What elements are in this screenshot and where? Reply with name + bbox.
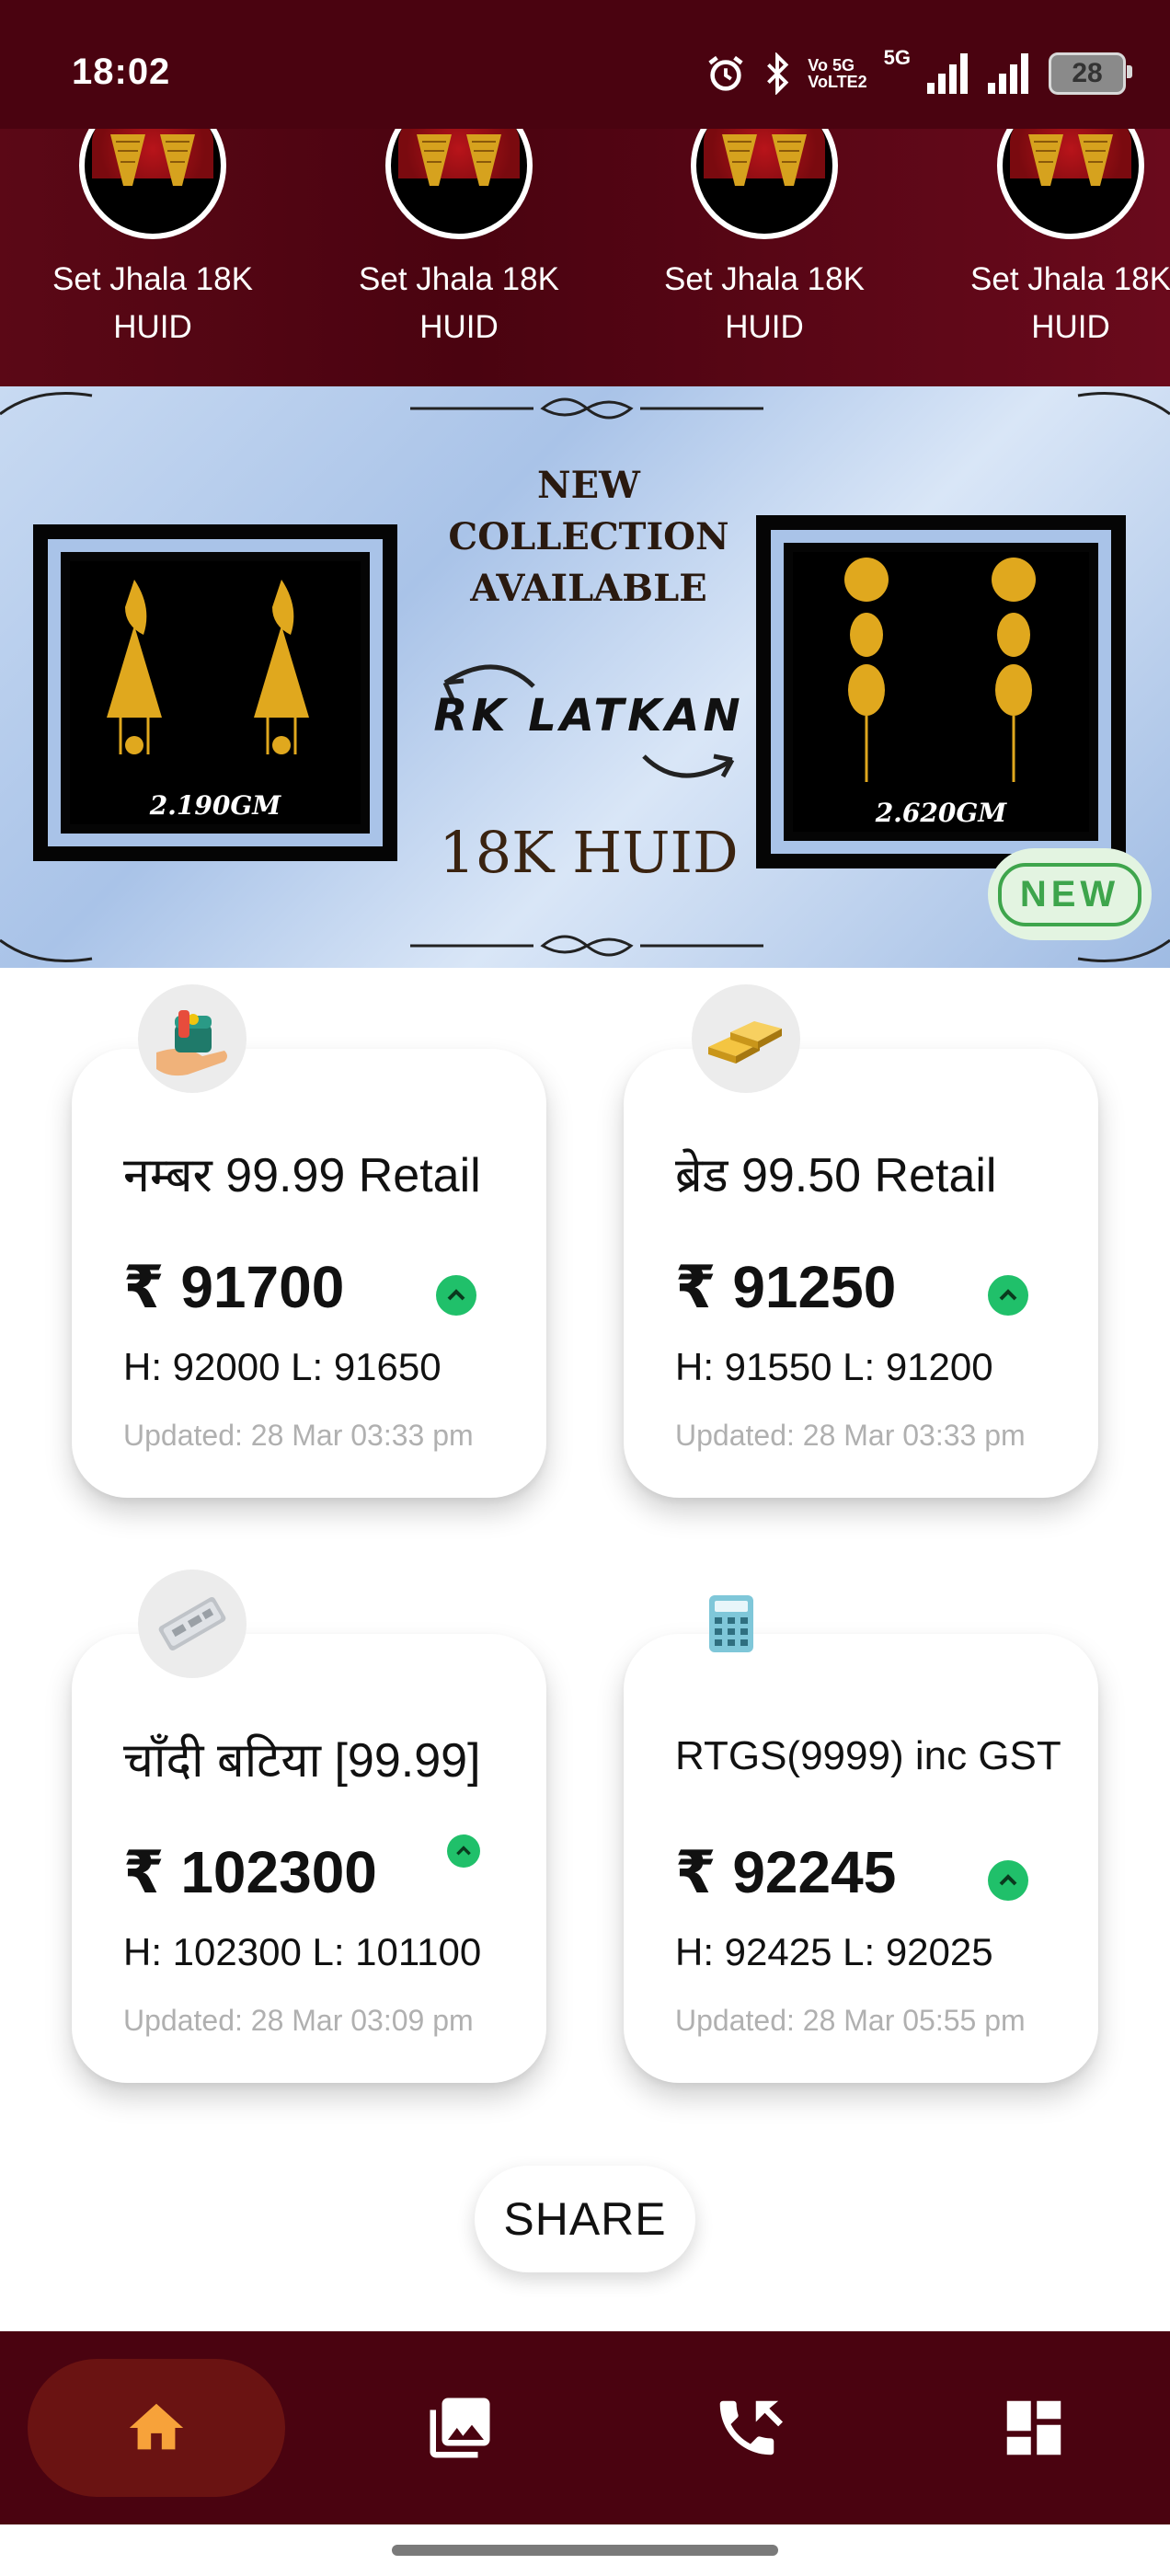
rate-title: चाँदी बटिया [99.99]	[123, 1734, 481, 1788]
dashboard-icon	[1006, 2400, 1061, 2455]
rate-price: ₹ 92245	[675, 1839, 897, 1905]
silver-bar-icon	[138, 1570, 247, 1678]
banner-heading-line: AVAILABLE	[470, 567, 707, 610]
bottom-navigation	[0, 2331, 1170, 2524]
trend-up-icon	[988, 1275, 1028, 1316]
bluetooth-icon	[767, 52, 789, 95]
rate-card[interactable]: चाँदी बटिया [99.99] ₹ 102300 H: 102300 L…	[72, 1634, 546, 2083]
banner-heading-line: NEW	[537, 464, 640, 507]
contact-phone-icon	[719, 2400, 783, 2455]
signal-icon-2	[988, 53, 1028, 94]
banner-brand: RK LATKAN	[433, 690, 744, 742]
latkan-earring-icon	[107, 580, 309, 754]
new-badge[interactable]: NEW	[988, 848, 1152, 940]
rate-high-low: H: 92000 L: 91650	[123, 1345, 442, 1388]
battery-icon: 28	[1049, 52, 1132, 95]
rate-price: ₹ 102300	[123, 1839, 377, 1905]
banner-product-right: 2.620GM	[756, 515, 1126, 868]
trend-up-icon	[988, 1860, 1028, 1901]
category-thumbnail	[691, 129, 838, 239]
category-strip[interactable]: Set Jhala 18K HUID Set Jhala 18K HUID Se…	[0, 129, 1170, 386]
banner-heading-line: COLLECTION	[448, 515, 729, 558]
rate-card[interactable]: RTGS(9999) inc GST ₹ 92245 H: 92425 L: 9…	[624, 1634, 1098, 2083]
category-label: Set Jhala 18K HUID	[664, 261, 865, 345]
curved-arrow-right-icon	[642, 753, 735, 778]
rate-title: ब्रेड 99.50 Retail	[675, 1149, 997, 1202]
promo-banner[interactable]: 2.190GM NEW COLLECTION AVAILABLE RK LATK…	[0, 386, 1170, 968]
trend-up-icon	[447, 1834, 480, 1868]
alarm-icon	[708, 55, 743, 91]
signal-icon	[927, 53, 968, 94]
rate-updated: Updated: 28 Mar 03:33 pm	[675, 1419, 1026, 1452]
rate-high-low: H: 91550 L: 91200	[675, 1345, 993, 1388]
banner-heading: NEW COLLECTION AVAILABLE	[405, 460, 773, 615]
rate-card[interactable]: ब्रेड 99.50 Retail ₹ 91250 H: 91550 L: 9…	[624, 1049, 1098, 1498]
status-bar: 18:02 Vo 5G VoLTE2 5G 28	[0, 0, 1170, 129]
jhala-earring-icon	[110, 134, 195, 186]
rate-updated: Updated: 28 Mar 05:55 pm	[675, 2004, 1026, 2037]
rate-high-low: H: 92425 L: 92025	[675, 1930, 993, 1973]
rate-card[interactable]: नम्बर 99.99 Retail ₹ 91700 H: 92000 L: 9…	[72, 1049, 546, 1498]
nav-dashboard[interactable]	[905, 2359, 1163, 2497]
nav-contact[interactable]	[618, 2359, 876, 2497]
home-icon	[129, 2403, 184, 2450]
battery-level: 28	[1072, 58, 1103, 88]
nav-gallery[interactable]	[331, 2359, 589, 2497]
rate-price: ₹ 91250	[675, 1254, 897, 1320]
calculator-icon	[677, 1570, 786, 1678]
jhala-earring-icon	[417, 134, 501, 186]
right-weight-label: 2.620GM	[875, 798, 1007, 828]
category-thumbnail	[997, 129, 1144, 239]
status-icons: Vo 5G VoLTE2 5G 28	[705, 46, 1132, 99]
banner-purity: 18K HUID	[439, 819, 739, 886]
banner-ornament-top	[0, 392, 1170, 420]
jhala-earring-icon	[1028, 134, 1113, 186]
rate-updated: Updated: 28 Mar 03:09 pm	[123, 2004, 474, 2037]
category-label: Set Jhala 18K HUID	[359, 261, 559, 345]
network-label-1: Vo 5G VoLTE2	[808, 57, 866, 90]
network-label-top: Vo 5G	[808, 56, 855, 75]
network-label-bottom: VoLTE2	[808, 73, 867, 91]
nav-home[interactable]	[28, 2359, 285, 2497]
banner-ornament-bottom	[0, 935, 1170, 962]
left-weight-label: 2.190GM	[149, 790, 281, 821]
rate-title: नम्बर 99.99 Retail	[123, 1149, 481, 1202]
rate-price: ₹ 91700	[123, 1254, 345, 1320]
gesture-bar[interactable]	[392, 2545, 778, 2556]
rate-updated: Updated: 28 Mar 03:33 pm	[123, 1419, 474, 1452]
gold-bars-icon	[692, 984, 800, 1093]
jewellery-box-icon	[138, 984, 247, 1093]
category-label: Set Jhala 18K HUID	[970, 261, 1170, 345]
latkan-earring-icon	[844, 558, 1036, 782]
category-label: Set Jhala 18K HUID	[52, 261, 253, 345]
rate-title: RTGS(9999) inc GST	[675, 1733, 1061, 1778]
jhala-earring-icon	[722, 134, 807, 186]
category-thumbnail	[385, 129, 533, 239]
network-label-2: 5G	[883, 46, 911, 69]
new-badge-label: NEW	[997, 862, 1142, 926]
banner-product-left: 2.190GM	[33, 524, 397, 861]
status-time: 18:02	[72, 52, 171, 92]
category-thumbnail	[79, 129, 226, 239]
rate-high-low: H: 102300 L: 101100	[123, 1930, 482, 1973]
gallery-icon	[430, 2398, 490, 2458]
trend-up-icon	[436, 1275, 476, 1316]
share-button[interactable]: SHARE	[475, 2166, 695, 2272]
